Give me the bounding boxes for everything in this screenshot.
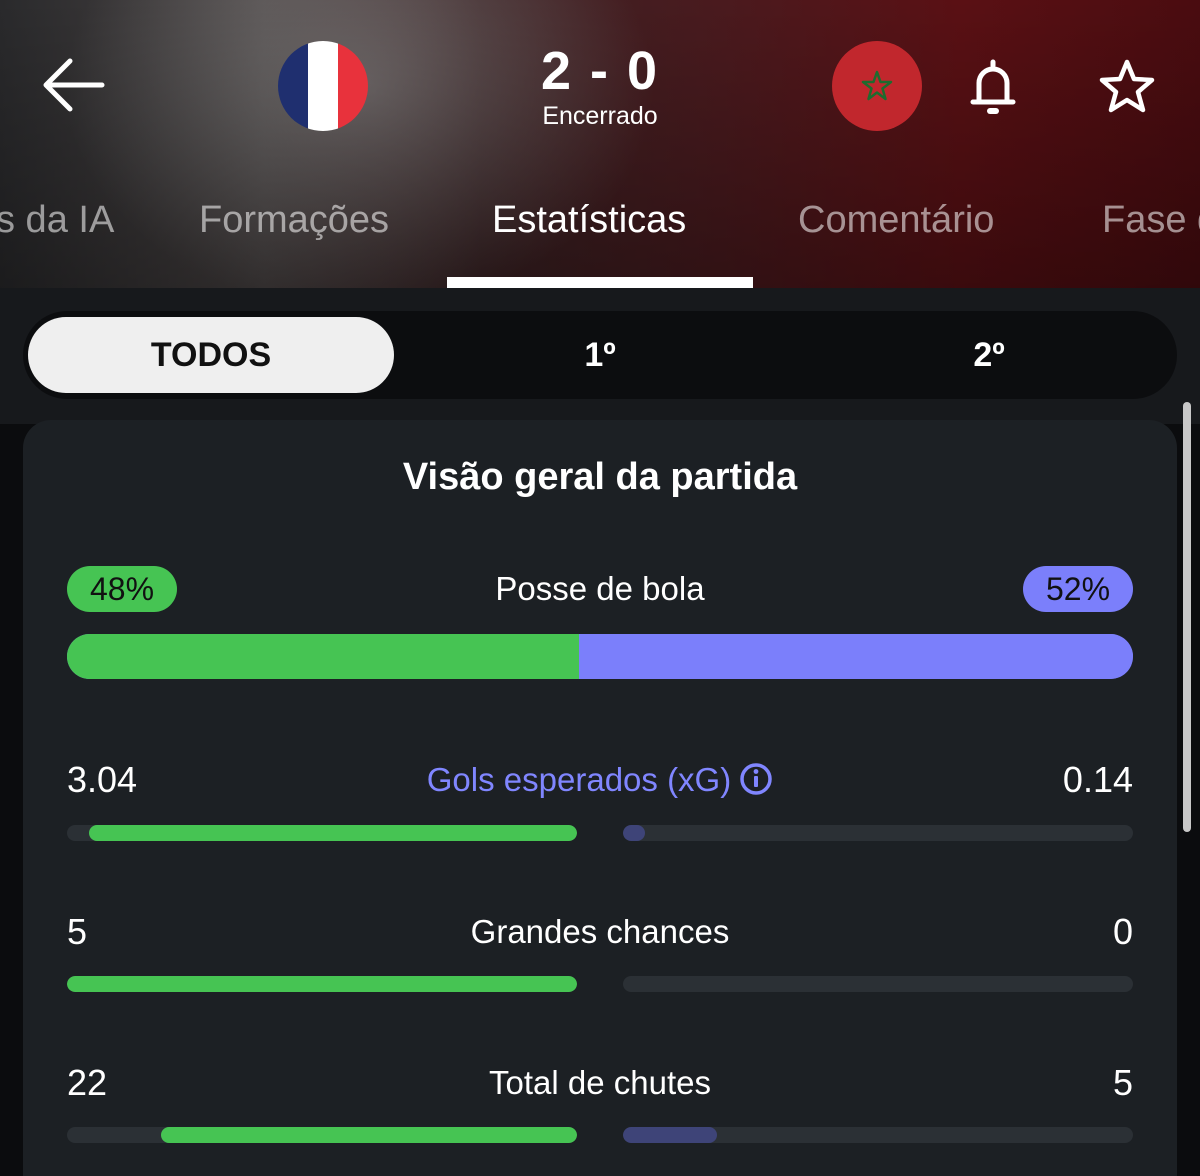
xg-away-fill	[623, 825, 646, 841]
total-shots-away-track	[623, 1127, 1133, 1143]
xg-away-value: 0.14	[1062, 759, 1133, 800]
arrow-left-icon	[43, 58, 105, 112]
xg-home-fill	[89, 825, 577, 841]
big-chances-away-track	[623, 976, 1133, 992]
xg-away-track	[623, 825, 1133, 841]
match-score: 2 - 0	[540, 41, 660, 101]
scoreboard: 2 - 0 Encerrado	[500, 42, 700, 131]
total-shots-away-fill	[623, 1127, 718, 1143]
tab-commentary[interactable]: Comentário	[798, 190, 994, 250]
total-shots-home-track	[67, 1127, 577, 1143]
active-tab-indicator	[447, 277, 753, 288]
card-title: Visão geral da partida	[402, 456, 798, 498]
tab-ai-insights[interactable]: s da IA	[0, 190, 114, 250]
big-chances-home-track	[67, 976, 577, 992]
big-chances-away-value: 0	[1112, 911, 1133, 952]
match-overview-card: Visão geral da partida 48% Posse de bola…	[23, 420, 1177, 1176]
possession-bar	[67, 634, 1133, 679]
total-shots-home-fill	[161, 1127, 577, 1143]
green-star-emblem	[861, 70, 893, 101]
match-status: Encerrado	[542, 102, 658, 130]
total-shots-away-value: 5	[1112, 1062, 1133, 1103]
back-button[interactable]	[38, 52, 108, 118]
tab-statistics[interactable]: Estatísticas	[492, 190, 686, 250]
period-all-button[interactable]: TODOS	[28, 317, 394, 393]
away-team-flag[interactable]	[832, 41, 922, 131]
big-chances-home-fill	[67, 976, 577, 992]
period-filter-bar: TODOS 1º 2º	[0, 288, 1200, 424]
possession-label: Posse de bola	[495, 570, 705, 607]
star-icon	[1099, 59, 1155, 113]
scrollbar[interactable]	[1183, 402, 1191, 832]
period-segmented-control: TODOS 1º 2º	[23, 311, 1177, 399]
tab-lineups[interactable]: Formações	[199, 190, 389, 250]
tab-stage[interactable]: Fase d	[1102, 190, 1200, 250]
xg-label: Gols esperados (xG)	[426, 761, 732, 798]
xg-home-track	[67, 825, 577, 841]
match-header: 2 - 0 Encerrado s da IA Formações Estatí…	[0, 0, 1200, 288]
possession-away-fill	[578, 634, 1133, 679]
favorite-button[interactable]	[1097, 58, 1157, 116]
info-icon[interactable]	[739, 762, 773, 796]
possession-home-fill	[67, 634, 579, 679]
period-first-half-button[interactable]: 1º	[417, 317, 783, 393]
bell-icon	[970, 59, 1016, 114]
match-tabs: s da IA Formações Estatísticas Comentári…	[0, 190, 1200, 288]
home-team-flag[interactable]	[278, 41, 368, 131]
period-second-half-button[interactable]: 2º	[806, 317, 1172, 393]
possession-away-badge: 52%	[1023, 566, 1133, 612]
notifications-button[interactable]	[966, 56, 1020, 118]
